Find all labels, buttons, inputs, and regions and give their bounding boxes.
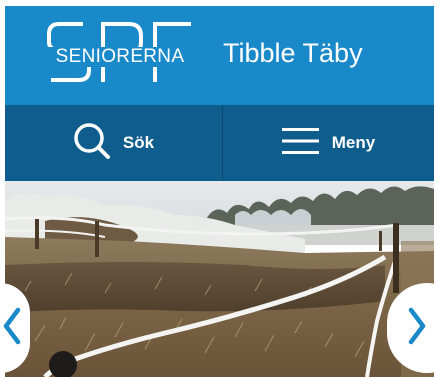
search-label: Sök bbox=[122, 133, 155, 152]
search-button[interactable]: Sök bbox=[5, 105, 222, 181]
frosty-field-photo bbox=[5, 181, 434, 377]
menu-button[interactable]: Meny bbox=[223, 105, 434, 181]
chevron-right-icon bbox=[407, 306, 427, 351]
site-title[interactable]: Tibble Täby bbox=[223, 38, 363, 68]
spf-logo[interactable]: SENIORERNA bbox=[45, 20, 195, 90]
nav-bar: Sök Meny bbox=[5, 105, 434, 181]
search-icon bbox=[73, 122, 111, 165]
carousel-image bbox=[5, 181, 434, 377]
hamburger-icon bbox=[281, 127, 320, 160]
site-header: SENIORERNA Tibble Täby bbox=[5, 6, 434, 105]
chevron-left-icon bbox=[2, 306, 22, 351]
menu-label: Meny bbox=[331, 133, 376, 152]
page: SENIORERNA Tibble Täby Sök Meny bbox=[0, 0, 439, 377]
logo-wordmark: SENIORERNA bbox=[45, 47, 195, 67]
